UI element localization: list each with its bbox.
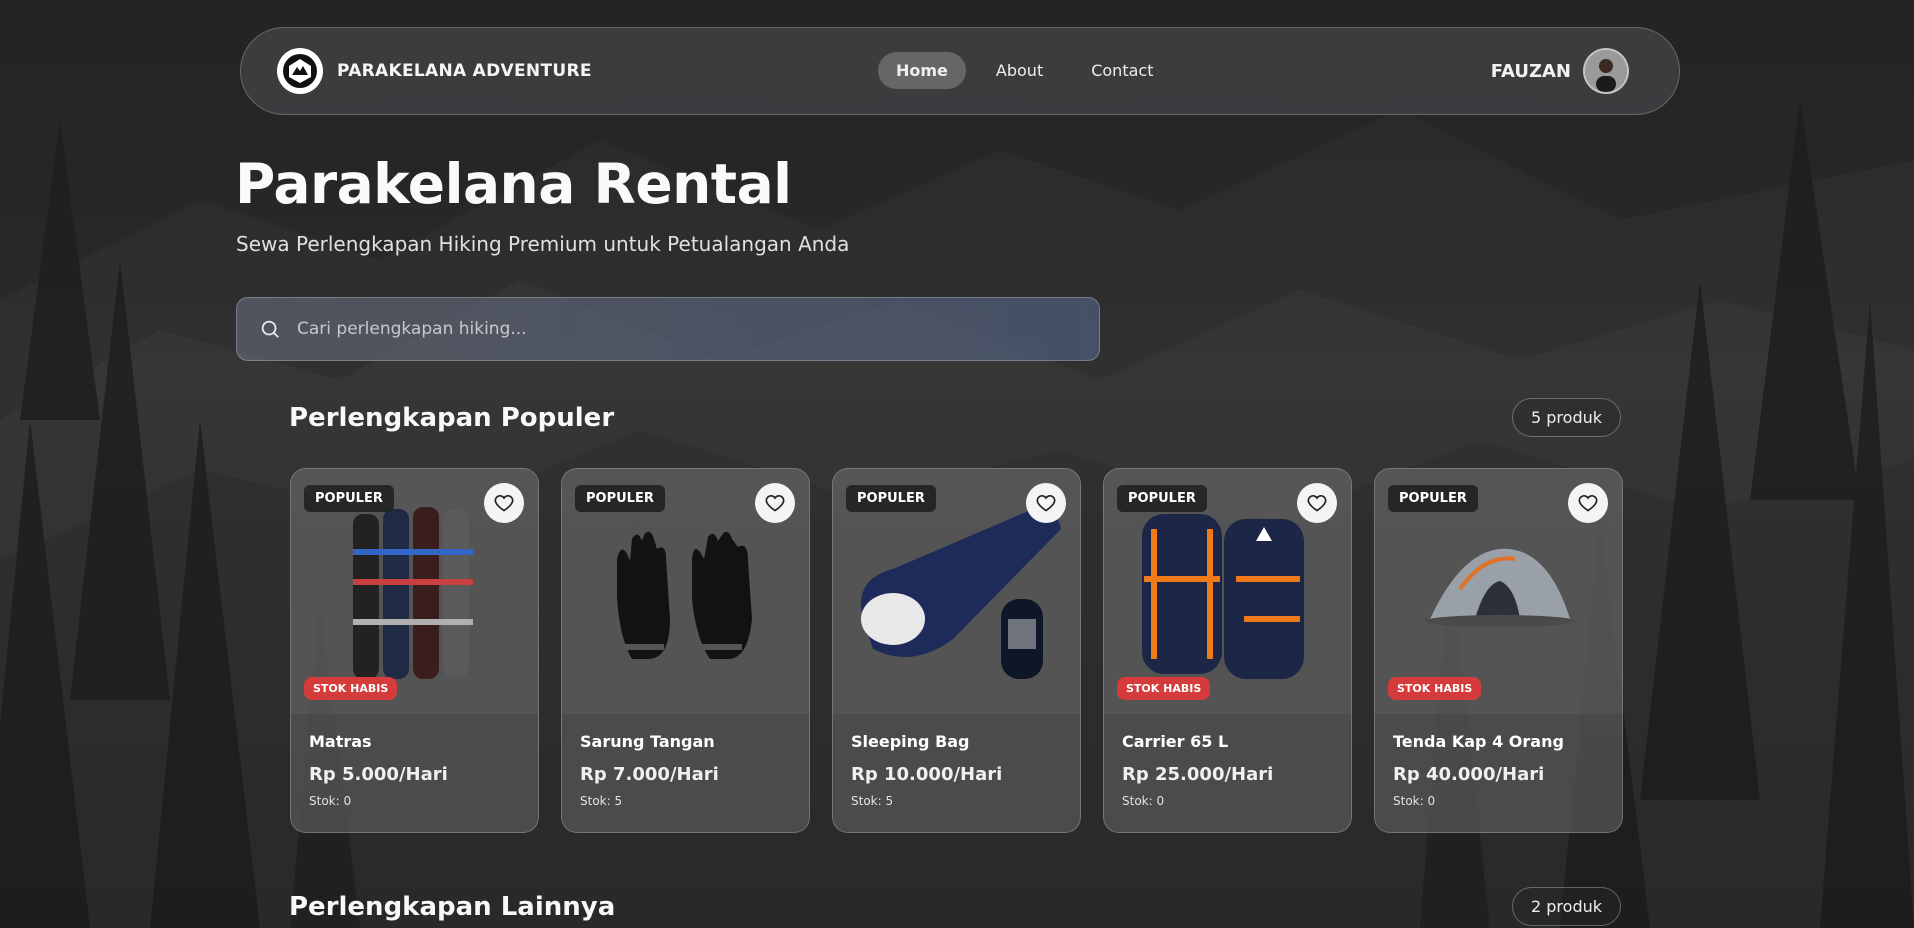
product-card-sarung-tangan[interactable]: POPULER Sarung Tangan Rp 7.000/Hari Stok… bbox=[561, 468, 810, 833]
section-title: Perlengkapan Lainnya bbox=[289, 891, 616, 922]
product-price: Rp 5.000/Hari bbox=[309, 764, 448, 785]
brand[interactable]: PARAKELANA ADVENTURE bbox=[277, 48, 592, 94]
section-others-header: Perlengkapan Lainnya 2 produk bbox=[289, 887, 1621, 926]
product-stock: Stok: 0 bbox=[309, 794, 352, 808]
popular-badge: POPULER bbox=[846, 485, 936, 512]
avatar[interactable] bbox=[1583, 48, 1629, 94]
out-of-stock-badge: STOK HABIS bbox=[304, 677, 398, 700]
nav-home[interactable]: Home bbox=[878, 52, 966, 89]
heart-icon bbox=[765, 494, 785, 512]
section-popular-header: Perlengkapan Populer 5 produk bbox=[289, 398, 1621, 437]
top-navbar: PARAKELANA ADVENTURE Home About Contact … bbox=[240, 27, 1680, 115]
nav-contact[interactable]: Contact bbox=[1073, 52, 1171, 89]
product-image: POPULER bbox=[833, 469, 1080, 714]
product-card-sleeping-bag[interactable]: POPULER Sleeping Bag Rp 10.000/Hari Stok… bbox=[832, 468, 1081, 833]
brand-logo-icon bbox=[277, 48, 323, 94]
heart-icon bbox=[1307, 494, 1327, 512]
search-icon bbox=[261, 320, 279, 338]
popular-badge: POPULER bbox=[1117, 485, 1207, 512]
search-input[interactable] bbox=[297, 319, 1077, 339]
popular-badge: POPULER bbox=[575, 485, 665, 512]
user-menu[interactable]: FAUZAN bbox=[1491, 48, 1629, 94]
product-name: Sleeping Bag bbox=[851, 732, 970, 751]
product-image: POPULER STOK HABIS bbox=[1375, 469, 1622, 714]
product-stock: Stok: 0 bbox=[1393, 794, 1436, 808]
section-title: Perlengkapan Populer bbox=[289, 402, 615, 433]
product-image: POPULER bbox=[562, 469, 809, 714]
product-info: Sleeping Bag Rp 10.000/Hari Stok: 5 bbox=[833, 714, 1080, 832]
product-card-matras[interactable]: POPULER STOK HABIS Matras Rp 5.000/Hari … bbox=[290, 468, 539, 833]
nav-links: Home About Contact bbox=[878, 52, 1171, 89]
product-price: Rp 7.000/Hari bbox=[580, 764, 719, 785]
product-info: Sarung Tangan Rp 7.000/Hari Stok: 5 bbox=[562, 714, 809, 832]
product-info: Tenda Kap 4 Orang Rp 40.000/Hari Stok: 0 bbox=[1375, 714, 1622, 832]
user-name: FAUZAN bbox=[1490, 60, 1571, 82]
favorite-button[interactable] bbox=[755, 483, 795, 523]
favorite-button[interactable] bbox=[1026, 483, 1066, 523]
product-count-badge: 5 produk bbox=[1512, 398, 1621, 437]
product-name: Matras bbox=[309, 732, 372, 751]
product-info: Matras Rp 5.000/Hari Stok: 0 bbox=[291, 714, 538, 832]
product-info: Carrier 65 L Rp 25.000/Hari Stok: 0 bbox=[1104, 714, 1351, 832]
favorite-button[interactable] bbox=[1568, 483, 1608, 523]
out-of-stock-badge: STOK HABIS bbox=[1117, 677, 1211, 700]
popular-badge: POPULER bbox=[1388, 485, 1478, 512]
product-count-badge: 2 produk bbox=[1512, 887, 1621, 926]
product-list: POPULER STOK HABIS Matras Rp 5.000/Hari … bbox=[290, 468, 1623, 833]
product-image: POPULER STOK HABIS bbox=[1104, 469, 1351, 714]
product-price: Rp 25.000/Hari bbox=[1122, 764, 1274, 785]
product-stock: Stok: 5 bbox=[851, 794, 894, 808]
page-title: Parakelana Rental bbox=[235, 152, 792, 216]
favorite-button[interactable] bbox=[1297, 483, 1337, 523]
product-name: Sarung Tangan bbox=[580, 732, 715, 751]
out-of-stock-badge: STOK HABIS bbox=[1388, 677, 1482, 700]
favorite-button[interactable] bbox=[484, 483, 524, 523]
product-name: Carrier 65 L bbox=[1122, 732, 1229, 751]
brand-name: PARAKELANA ADVENTURE bbox=[337, 61, 592, 81]
product-stock: Stok: 5 bbox=[580, 794, 623, 808]
product-price: Rp 40.000/Hari bbox=[1393, 764, 1545, 785]
popular-badge: POPULER bbox=[304, 485, 394, 512]
page-subtitle: Sewa Perlengkapan Hiking Premium untuk P… bbox=[236, 232, 850, 256]
product-stock: Stok: 0 bbox=[1122, 794, 1165, 808]
heart-icon bbox=[494, 494, 514, 512]
product-card-tenda[interactable]: POPULER STOK HABIS Tenda Kap 4 Orang Rp … bbox=[1374, 468, 1623, 833]
heart-icon bbox=[1036, 494, 1056, 512]
product-image: POPULER STOK HABIS bbox=[291, 469, 538, 714]
nav-about[interactable]: About bbox=[978, 52, 1061, 89]
product-name: Tenda Kap 4 Orang bbox=[1393, 732, 1564, 751]
heart-icon bbox=[1578, 494, 1598, 512]
search-bar[interactable] bbox=[236, 297, 1100, 361]
product-card-carrier[interactable]: POPULER STOK HABIS Carrier 65 L Rp 25.00… bbox=[1103, 468, 1352, 833]
product-price: Rp 10.000/Hari bbox=[851, 764, 1003, 785]
